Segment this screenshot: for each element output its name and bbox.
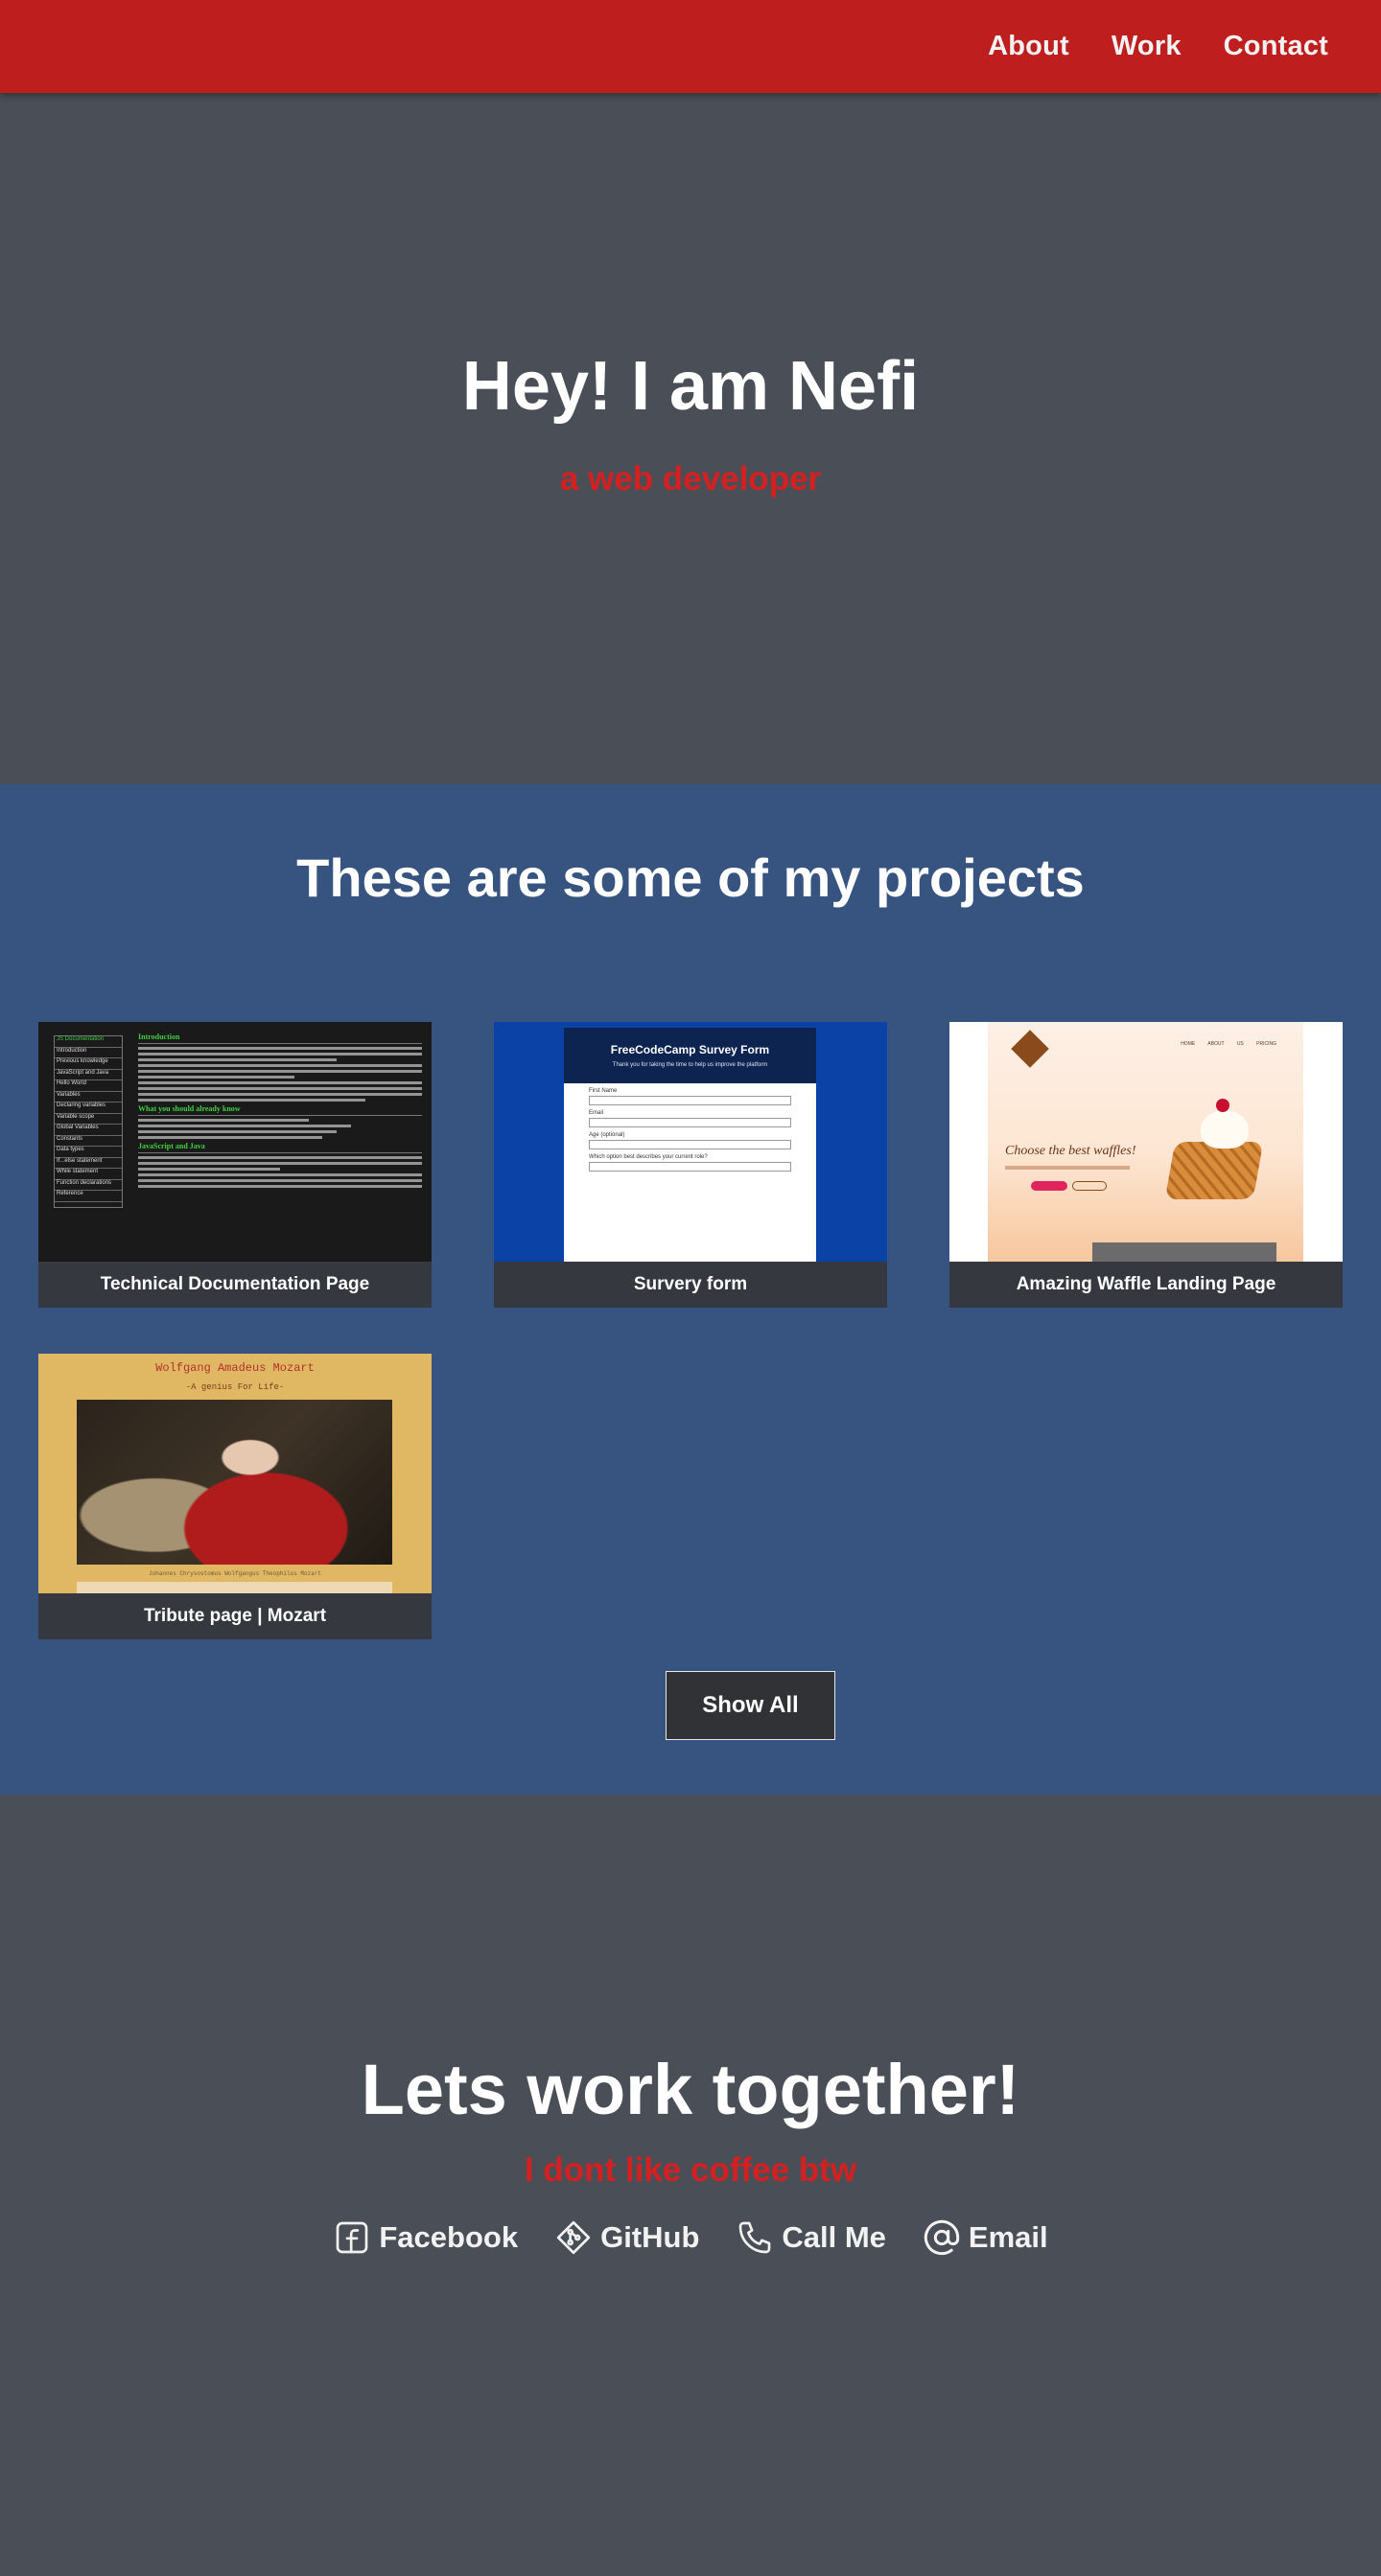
project-card-waffle-landing[interactable]: HOME ABOUT US PRICING Choose the best wa… <box>949 1022 1343 1308</box>
email-link[interactable]: Email <box>923 2218 1048 2257</box>
thumb-doc-content: Introduction What you should already kno… <box>138 1030 422 1191</box>
welcome-section: Hey! I am Nefi a web developer <box>0 0 1381 784</box>
project-thumbnail-mozart-tribute: Wolfgang Amadeus Mozart -A genius For Li… <box>38 1354 432 1593</box>
facebook-icon <box>337 2221 368 2254</box>
github-icon <box>556 2220 591 2255</box>
nav-about-link[interactable]: About <box>988 31 1069 62</box>
at-icon <box>924 2219 960 2256</box>
facebook-link[interactable]: Facebook <box>333 2218 518 2257</box>
project-title: Tribute page | Mozart <box>38 1593 432 1639</box>
project-card-tech-doc[interactable]: JS Documentation Introduction Previous k… <box>38 1022 432 1308</box>
project-thumbnail-waffle-landing: HOME ABOUT US PRICING Choose the best wa… <box>949 1022 1343 1262</box>
mozart-portrait-image <box>77 1400 392 1565</box>
facebook-label: Facebook <box>379 2220 519 2254</box>
waffle-logo-icon <box>1011 1030 1049 1068</box>
thumb-doc-nav: JS Documentation Introduction Previous k… <box>54 1035 123 1208</box>
github-link[interactable]: GitHub <box>554 2218 699 2257</box>
hero-title: Hey! I am Nefi <box>461 348 920 425</box>
contact-heading: Lets work together! <box>361 2050 1020 2129</box>
contact-links: Facebook GitHub Call Me Email <box>0 2218 1381 2257</box>
project-thumbnail-survey-form: FreeCodeCamp Survey Form Thank you for t… <box>494 1022 887 1262</box>
call-me-label: Call Me <box>782 2220 886 2254</box>
contact-tagline: I dont like coffee btw <box>524 2151 857 2189</box>
nav-contact-link[interactable]: Contact <box>1224 31 1328 62</box>
top-navbar: About Work Contact <box>0 0 1381 93</box>
contact-section: Lets work together! I dont like coffee b… <box>0 1795 1381 2576</box>
waffle-image <box>1164 1142 1264 1199</box>
projects-section: These are some of my projects JS Documen… <box>0 784 1381 1795</box>
hero-subtitle: a web developer <box>559 460 822 498</box>
projects-heading: These are some of my projects <box>296 847 1085 908</box>
nav-work-link[interactable]: Work <box>1112 31 1182 62</box>
project-title: Amazing Waffle Landing Page <box>949 1262 1343 1308</box>
call-me-link[interactable]: Call Me <box>736 2218 886 2257</box>
email-label: Email <box>968 2220 1048 2254</box>
project-title: Survery form <box>494 1262 887 1308</box>
project-thumbnail-tech-doc: JS Documentation Introduction Previous k… <box>38 1022 432 1262</box>
show-all-button[interactable]: Show All <box>666 1671 835 1740</box>
project-title: Technical Documentation Page <box>38 1262 432 1308</box>
project-card-mozart-tribute[interactable]: Wolfgang Amadeus Mozart -A genius For Li… <box>38 1354 432 1639</box>
project-card-survey-form[interactable]: FreeCodeCamp Survey Form Thank you for t… <box>494 1022 887 1308</box>
github-label: GitHub <box>600 2220 700 2254</box>
phone-icon <box>739 2221 771 2254</box>
